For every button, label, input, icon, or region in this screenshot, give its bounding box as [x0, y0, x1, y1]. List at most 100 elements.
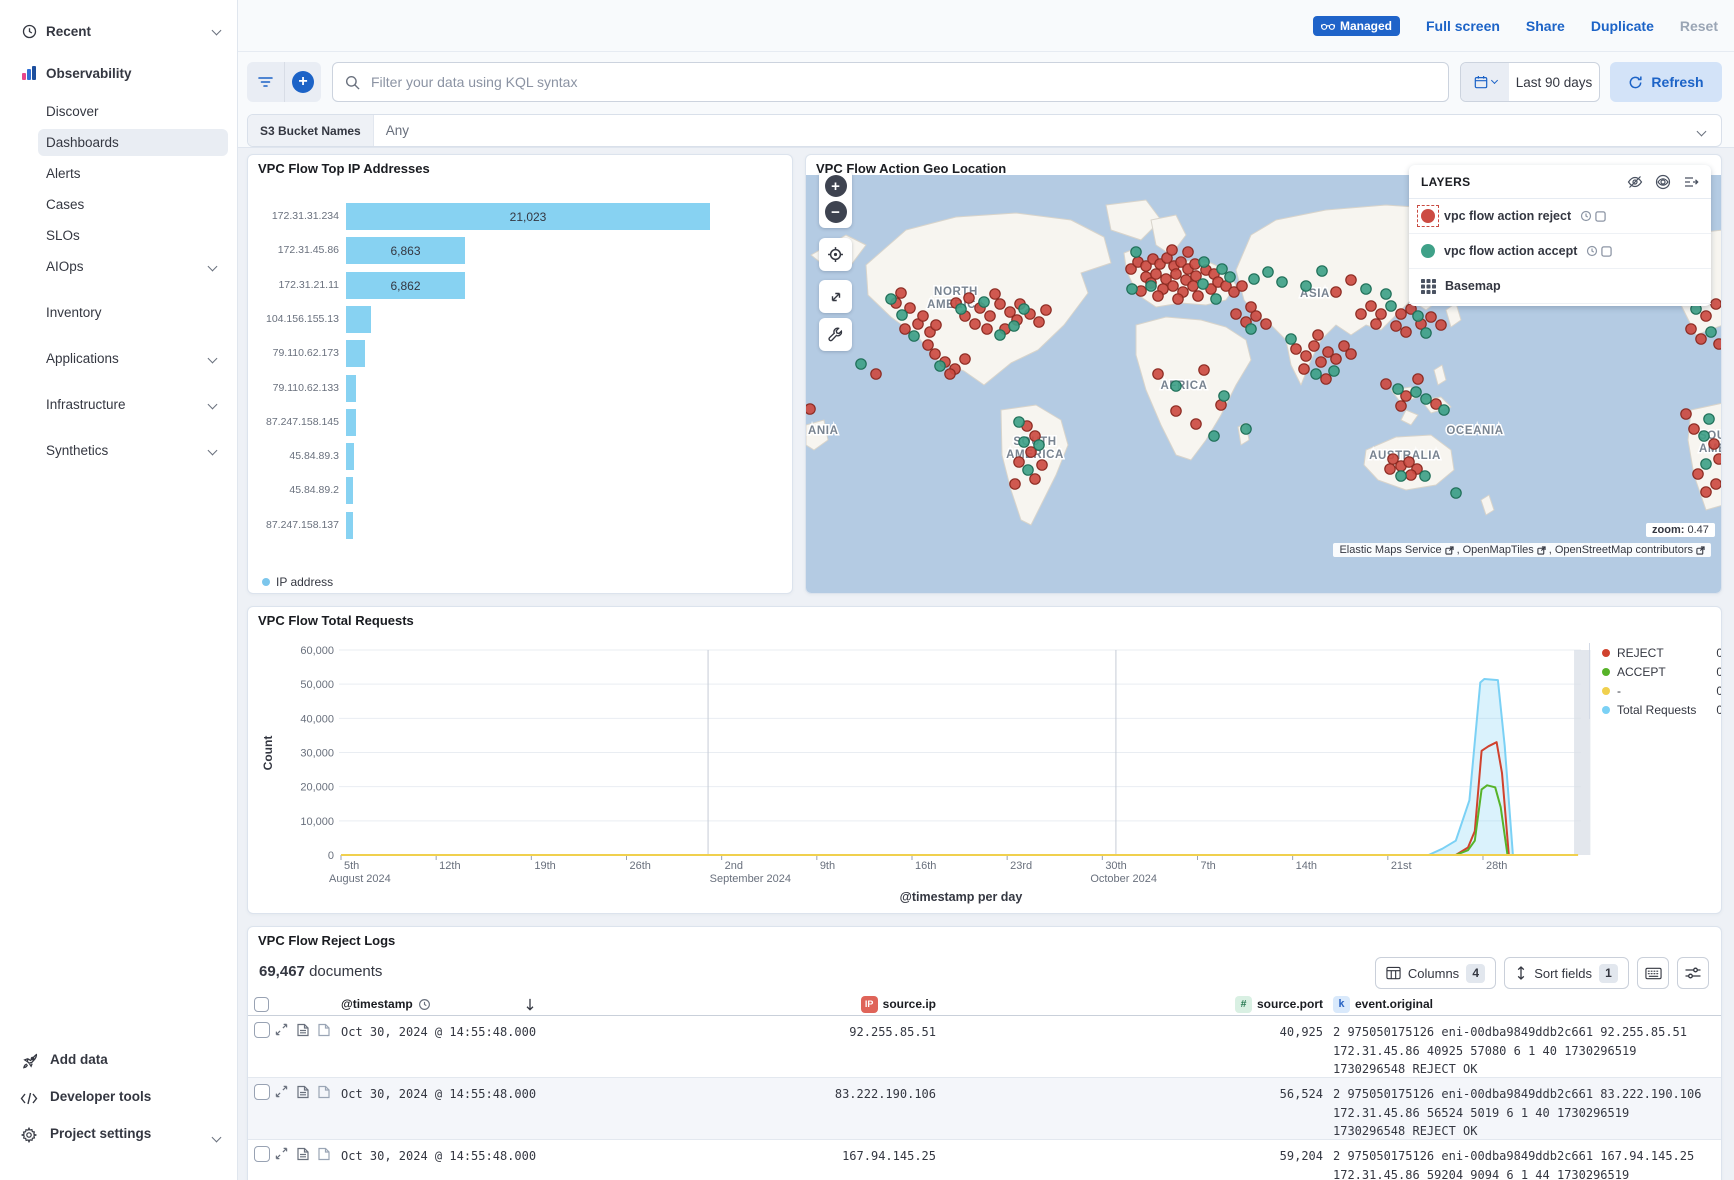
expand-row-icon[interactable] [275, 1147, 288, 1160]
set-view-button[interactable] [819, 238, 852, 271]
source-port-header-label: source.port [1257, 997, 1323, 1011]
sort-direction-indicator[interactable] [524, 993, 536, 1015]
row-checkbox[interactable] [254, 1084, 270, 1100]
bar[interactable]: 6,862 [346, 272, 465, 299]
document-outline-icon[interactable] [318, 1147, 330, 1161]
map-point [1193, 291, 1203, 301]
number-field-badge: # [1235, 996, 1252, 1013]
zoom-out-button[interactable]: − [825, 201, 847, 223]
bar[interactable] [346, 477, 353, 504]
layer-vpc-flow-action-reject[interactable]: vpc flow action reject [1409, 199, 1711, 234]
share-button[interactable]: Share [1526, 18, 1565, 34]
bar[interactable] [346, 443, 354, 470]
attribution-link[interactable]: Elastic Maps Service [1339, 544, 1441, 556]
control-s3-bucket-names[interactable]: S3 Bucket Names Any [247, 114, 1722, 147]
total-requests-chart[interactable]: 010,00020,00030,00040,00050,00060,0005th… [248, 635, 1722, 913]
attribution-link[interactable]: OpenStreetMap contributors [1555, 544, 1693, 556]
collapse-panel-icon[interactable] [1683, 174, 1699, 190]
sidebar-item-slos[interactable]: SLOs [38, 222, 228, 249]
sidebar-item-synthetics[interactable]: Synthetics [38, 437, 228, 464]
sidebar-solution-observability[interactable]: Observability [0, 60, 238, 86]
bar[interactable] [346, 340, 365, 367]
time-range-value[interactable]: Last 90 days [1509, 63, 1599, 101]
sidebar-item-alerts[interactable]: Alerts [38, 160, 228, 187]
table-row[interactable]: Oct 30, 2024 @ 14:55:48.000167.94.145.25… [248, 1140, 1722, 1180]
document-outline-icon[interactable] [318, 1023, 330, 1037]
sidebar-item-inventory[interactable]: Inventory [38, 299, 228, 326]
date-picker[interactable]: Last 90 days [1460, 62, 1600, 102]
bar[interactable]: 6,863 [346, 237, 465, 264]
layer-vpc-flow-action-accept[interactable]: vpc flow action accept [1409, 234, 1711, 269]
layer-mini-icons [1586, 245, 1612, 257]
add-filter-button[interactable]: + [284, 62, 321, 102]
bar[interactable] [346, 409, 356, 436]
sidebar-item-project-settings[interactable]: Project settings [0, 1126, 238, 1152]
topbar-actions: Full screenShareDuplicateReset [1426, 18, 1718, 34]
expand-row-icon[interactable] [275, 1023, 288, 1036]
map-point [1030, 474, 1040, 484]
ip-chart-legend[interactable]: IP address [262, 575, 333, 589]
legend-item-dash[interactable]: -0 [1602, 681, 1722, 700]
duplicate-button[interactable]: Duplicate [1591, 18, 1654, 34]
document-icon[interactable] [297, 1147, 309, 1161]
legend-item-reject[interactable]: REJECT0 [1602, 643, 1722, 662]
sidebar-item-aiops[interactable]: AIOps [38, 253, 228, 280]
bar[interactable] [346, 512, 353, 539]
y-axis-tick-label: 60,000 [300, 645, 334, 657]
row-checkbox[interactable] [254, 1022, 270, 1038]
document-icon[interactable] [297, 1023, 309, 1037]
legend-item-accept[interactable]: ACCEPT0 [1602, 662, 1722, 681]
zoom-in-button[interactable]: + [825, 175, 847, 197]
top-chrome: Managed Full screenShareDuplicateReset + [238, 0, 1734, 148]
columns-button[interactable]: Columns 4 [1375, 957, 1496, 989]
bar[interactable] [346, 306, 371, 333]
row-checkbox[interactable] [254, 1146, 270, 1162]
display-options-button[interactable] [1677, 957, 1709, 989]
attribution-separator: , [1549, 544, 1552, 556]
bar[interactable] [346, 375, 356, 402]
column-header-timestamp[interactable]: @timestamp [341, 993, 431, 1015]
table-row[interactable]: Oct 30, 2024 @ 14:55:48.00092.255.85.514… [248, 1016, 1722, 1078]
sidebar-item-dashboards[interactable]: Dashboards [38, 129, 228, 156]
column-header-event-original[interactable]: k event.original [1333, 993, 1433, 1015]
date-picker-calendar-segment[interactable] [1461, 63, 1509, 101]
column-header-source-ip[interactable]: IP source.ip [768, 993, 936, 1015]
select-all-checkbox[interactable] [254, 993, 269, 1015]
map-point [909, 331, 919, 341]
legend-item-total-requests[interactable]: Total Requests0 [1602, 700, 1722, 719]
column-header-source-port[interactable]: # source.port [1153, 993, 1323, 1015]
fit-to-data-button[interactable] [819, 280, 852, 313]
map-tools-button[interactable] [819, 318, 852, 351]
clock-icon [418, 998, 431, 1011]
sidebar-item-cases[interactable]: Cases [38, 191, 228, 218]
kql-search-box [332, 62, 1449, 102]
control-value[interactable]: Any [386, 123, 409, 138]
managed-badge[interactable]: Managed [1313, 16, 1400, 36]
filter-icon [258, 76, 273, 88]
sort-fields-button[interactable]: Sort fields 1 [1504, 957, 1629, 989]
filter-button[interactable] [247, 62, 284, 102]
full-screen-button[interactable]: Full screen [1426, 18, 1500, 34]
refresh-button[interactable]: Refresh [1610, 62, 1722, 102]
bar-row: 172.31.21.116,862 [248, 272, 793, 299]
attribution-link[interactable]: OpenMapTiles [1463, 544, 1534, 556]
bar[interactable]: 21,023 [346, 203, 710, 230]
dashboard-topbar: Managed Full screenShareDuplicateReset [238, 0, 1734, 52]
layer-basemap[interactable]: Basemap [1409, 269, 1711, 304]
sidebar-item-discover[interactable]: Discover [38, 98, 228, 125]
keyboard-shortcuts-button[interactable] [1637, 957, 1669, 989]
eye-open-icon[interactable] [1655, 174, 1671, 190]
table-row[interactable]: Oct 30, 2024 @ 14:55:48.00083.222.190.10… [248, 1078, 1722, 1140]
sidebar-item-infrastructure[interactable]: Infrastructure [38, 391, 228, 418]
sidebar-item-developer-tools[interactable]: Developer tools [0, 1089, 238, 1115]
cell-source-port: 59,204 [1153, 1147, 1323, 1166]
expand-row-icon[interactable] [275, 1085, 288, 1098]
sidebar-item-add-data[interactable]: Add data [0, 1052, 238, 1078]
layer-mini-icons [1580, 210, 1606, 222]
sidebar-item-applications[interactable]: Applications [38, 345, 228, 372]
kql-search-input[interactable] [369, 73, 1448, 91]
document-icon[interactable] [297, 1085, 309, 1099]
document-outline-icon[interactable] [318, 1085, 330, 1099]
sidebar-item-recent[interactable]: Recent [0, 18, 238, 44]
eye-closed-icon[interactable] [1627, 174, 1643, 190]
